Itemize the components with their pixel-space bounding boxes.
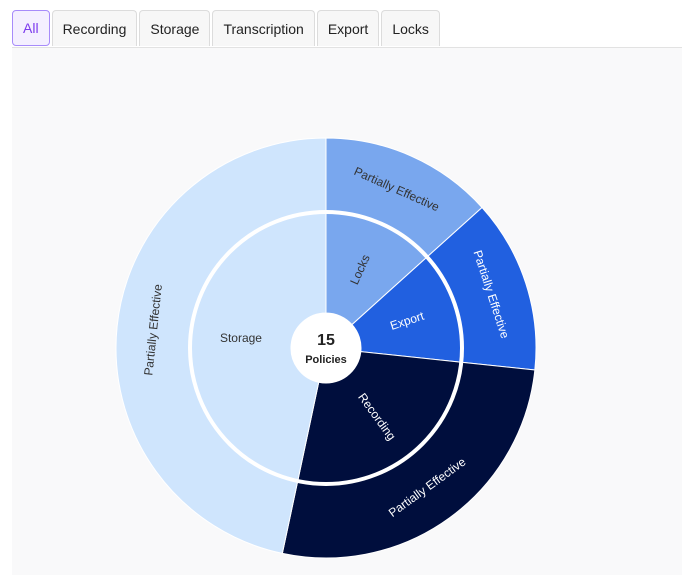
sunburst-chart: Partially EffectivePartially EffectivePa… xyxy=(115,137,537,559)
center-label: Policies xyxy=(305,354,347,366)
inner-label-storage: Storage xyxy=(220,331,262,345)
center-count: 15 xyxy=(317,332,335,349)
